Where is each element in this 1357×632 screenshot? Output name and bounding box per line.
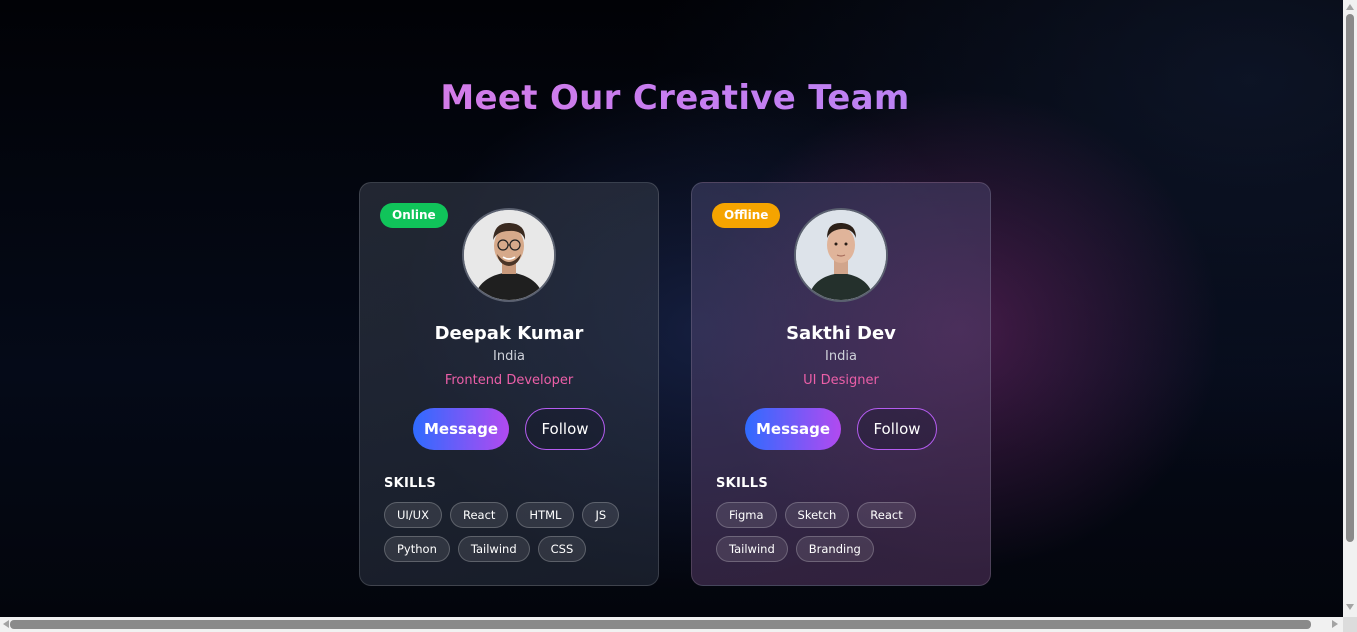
member-country: India	[825, 349, 857, 364]
skill-chip: UI/UX	[384, 502, 442, 528]
member-role: UI Designer	[803, 373, 879, 388]
scrollbar-corner	[1343, 617, 1357, 632]
skill-chip: React	[449, 502, 509, 528]
skill-chip: Tailwind	[457, 536, 530, 562]
avatar	[462, 208, 556, 302]
follow-button[interactable]: Follow	[857, 408, 937, 450]
skill-chip: Branding	[795, 536, 874, 562]
message-button[interactable]: Message	[413, 408, 509, 450]
member-name: Sakthi Dev	[786, 323, 896, 344]
scroll-right-arrow-icon[interactable]	[1332, 620, 1338, 628]
skills-list: UI/UX React HTML JS Python Tailwind CSS	[384, 502, 644, 562]
member-country: India	[493, 349, 525, 364]
skills-list: Figma Sketch React Tailwind Branding	[716, 502, 976, 562]
page-title: Meet Our Creative Team	[0, 78, 1343, 118]
skill-chip: Figma	[716, 502, 777, 528]
horizontal-scroll-thumb[interactable]	[10, 620, 1311, 629]
member-name: Deepak Kumar	[434, 323, 584, 344]
avatar	[794, 208, 888, 302]
vertical-scroll-thumb[interactable]	[1346, 14, 1354, 542]
team-card-sakthi: Offline Sakthi Dev India UI Designer Mes…	[691, 182, 991, 586]
status-badge: Online	[380, 203, 448, 228]
skill-chip: HTML	[516, 502, 575, 528]
skill-chip: JS	[582, 502, 620, 528]
skills-heading: SKILLS	[716, 476, 769, 491]
skill-chip: React	[857, 502, 916, 528]
page-viewport: Meet Our Creative Team Online Deepak Kum…	[0, 0, 1343, 617]
skill-chip: Sketch	[784, 502, 850, 528]
status-badge: Offline	[712, 203, 781, 228]
scroll-left-arrow-icon[interactable]	[3, 620, 9, 628]
skills-heading: SKILLS	[384, 476, 437, 491]
member-role: Frontend Developer	[444, 373, 574, 388]
horizontal-scrollbar[interactable]	[0, 617, 1343, 632]
scroll-up-arrow-icon[interactable]	[1346, 4, 1354, 10]
skill-chip: CSS	[537, 536, 587, 562]
team-card-deepak: Online Deepak Kumar India Frontend Devel…	[359, 182, 659, 586]
vertical-scrollbar[interactable]	[1343, 0, 1357, 617]
message-button[interactable]: Message	[745, 408, 841, 450]
skill-chip: Tailwind	[716, 536, 788, 562]
follow-button[interactable]: Follow	[525, 408, 605, 450]
scroll-down-arrow-icon[interactable]	[1346, 604, 1354, 610]
skill-chip: Python	[384, 536, 450, 562]
